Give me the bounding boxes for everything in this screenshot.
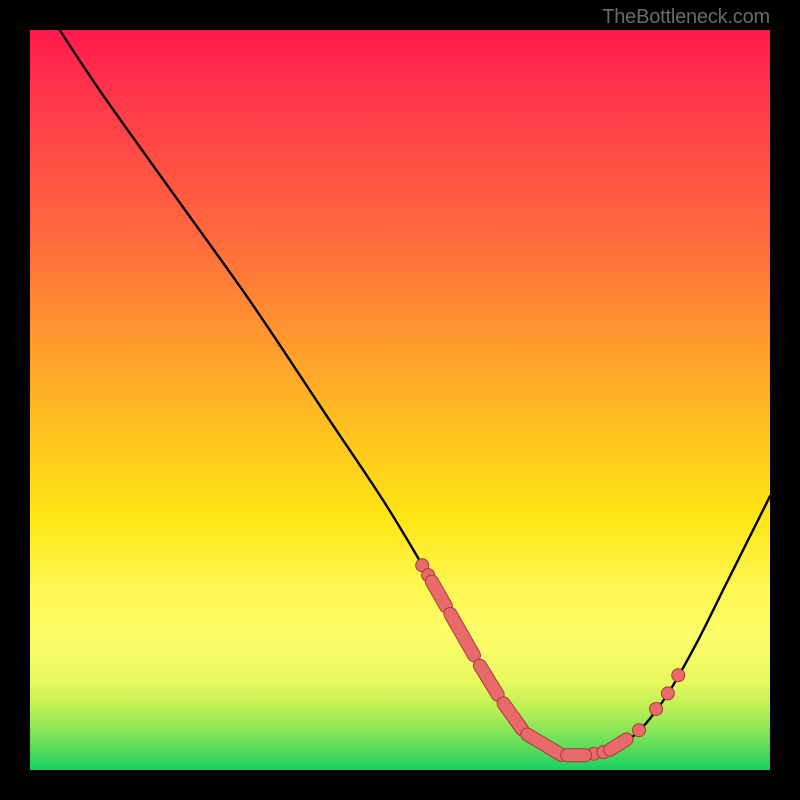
marker-dot <box>661 687 674 700</box>
bottleneck-curve <box>60 30 770 756</box>
marker-pill <box>471 657 507 704</box>
marker-dot <box>650 702 663 715</box>
curve-svg <box>30 30 770 770</box>
attribution-label: TheBottleneck.com <box>602 6 770 29</box>
marker-dot <box>672 669 685 682</box>
marker-pill <box>561 749 592 762</box>
curve-markers <box>416 559 685 764</box>
marker-pill <box>441 605 482 664</box>
plot-area <box>30 30 770 770</box>
marker-dot <box>633 724 646 737</box>
marker-pill <box>601 731 635 759</box>
chart-frame: TheBottleneck.com <box>0 0 800 800</box>
